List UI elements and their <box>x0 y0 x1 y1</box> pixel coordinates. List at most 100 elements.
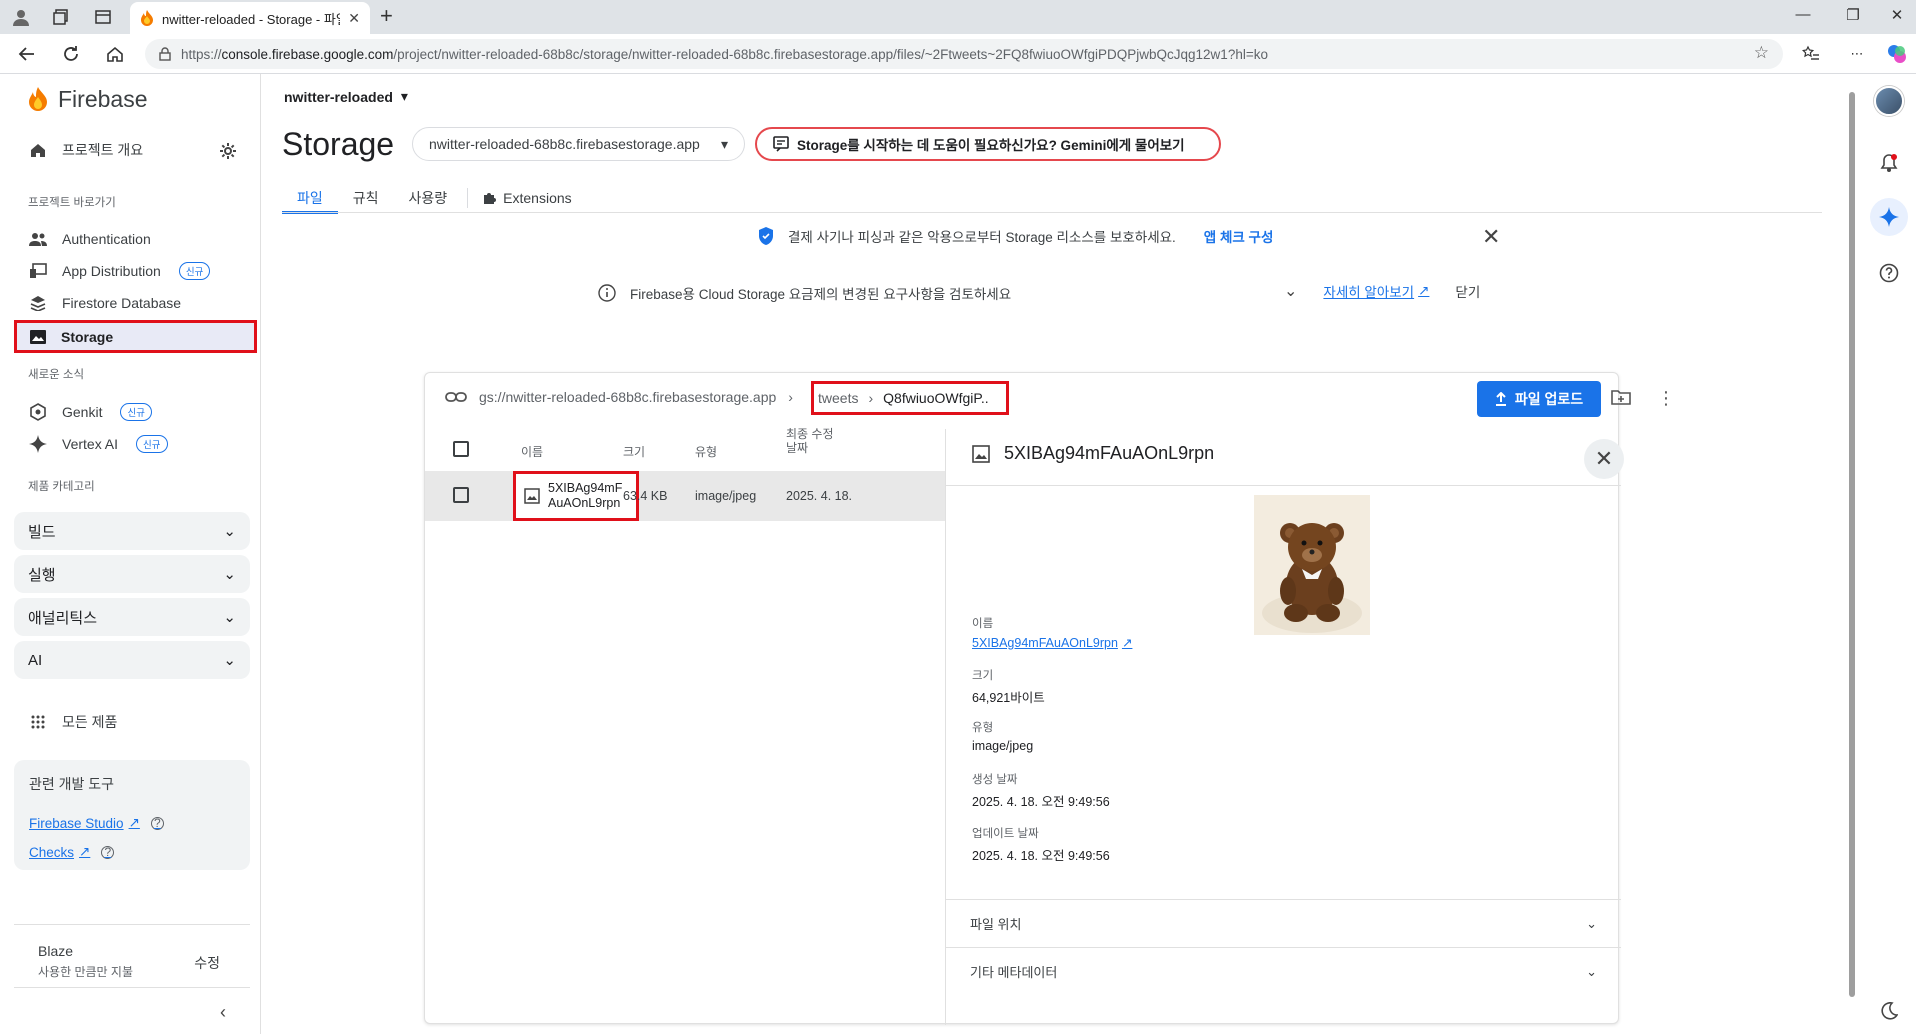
workspaces-icon[interactable] <box>50 6 72 28</box>
puzzle-icon <box>483 191 497 205</box>
category-ai[interactable]: AI ⌄ <box>14 641 250 679</box>
help-icon[interactable]: ? <box>101 845 115 859</box>
detail-size-field: 크기 64,921바이트 <box>972 667 1045 706</box>
collapse-sidebar-icon[interactable]: ‹ <box>220 1002 226 1023</box>
detail-header: 5XIBAg94mFAuAOnL9rpn <box>972 443 1214 464</box>
firebase-studio-link[interactable]: Firebase Studio ↗ ? <box>29 815 164 831</box>
project-selector[interactable]: nwitter-reloaded ▾ <box>284 88 408 105</box>
tab-extensions[interactable]: Extensions <box>473 182 586 214</box>
learn-more-link[interactable]: 자세히 알아보기 ↗ <box>1323 281 1429 301</box>
copilot-icon[interactable] <box>1886 43 1908 65</box>
favorites-list-icon[interactable] <box>1800 43 1822 65</box>
file-location-accordion[interactable]: 파일 위치 ⌄ <box>946 899 1621 947</box>
gemini-sparkle-icon[interactable] <box>1870 198 1908 236</box>
plan-edit-button[interactable]: 수정 <box>194 953 220 973</box>
page-scrollbar[interactable] <box>1848 86 1856 1006</box>
file-name-link[interactable]: 5XIBAg94mFAuAOnL9rpn ↗ <box>972 635 1132 651</box>
new-folder-icon[interactable] <box>1611 389 1631 405</box>
shield-icon <box>758 227 774 245</box>
help-icon[interactable] <box>1874 258 1904 288</box>
row-checkbox[interactable] <box>453 487 469 503</box>
new-badge: 신규 <box>136 435 168 453</box>
account-avatar[interactable] <box>1874 86 1904 116</box>
firebase-logo[interactable]: Firebase <box>28 86 147 113</box>
profile-icon[interactable] <box>10 6 32 28</box>
tab-actions-icon[interactable] <box>92 6 114 28</box>
external-link-icon: ↗ <box>1418 283 1430 298</box>
image-preview[interactable] <box>1254 495 1370 635</box>
checks-link[interactable]: Checks ↗ ? <box>29 844 115 860</box>
home-icon[interactable] <box>104 43 126 65</box>
categories-section-title: 제품 카테고리 <box>28 481 95 493</box>
select-all-checkbox[interactable] <box>453 441 469 457</box>
configure-app-check-link[interactable]: 앱 체크 구성 <box>1204 226 1274 246</box>
upload-file-button[interactable]: 파일 업로드 <box>1477 381 1601 417</box>
back-icon[interactable] <box>16 43 38 65</box>
image-file-icon <box>524 488 540 504</box>
sidebar-item-app-distribution[interactable]: App Distribution 신규 <box>28 261 211 281</box>
restore-icon[interactable]: ❐ <box>1838 6 1868 24</box>
project-overview[interactable]: 프로젝트 개요 <box>28 140 240 160</box>
tab-files[interactable]: 파일 <box>282 182 338 214</box>
col-name[interactable]: 이름 <box>521 443 543 460</box>
bucket-selector[interactable]: nwitter-reloaded-68b8c.firebasestorage.a… <box>412 127 745 161</box>
field-label: 업데이트 날짜 <box>972 828 1039 840</box>
sidebar-item-label: Firestore Database <box>62 295 182 311</box>
ask-gemini-button[interactable]: Storage를 시작하는 데 도움이 필요하신가요? Gemini에게 물어보… <box>755 127 1221 161</box>
breadcrumb: tweets › Q8fwiuoOWfgiP.. <box>811 381 1009 415</box>
overview-label: 프로젝트 개요 <box>62 142 144 158</box>
bucket-path-text[interactable]: gs://nwitter-reloaded-68b8c.firebasestor… <box>479 389 776 405</box>
link-icon[interactable] <box>445 391 467 403</box>
sidebar-item-storage[interactable]: Storage <box>14 320 257 353</box>
all-products[interactable]: 모든 제품 <box>28 712 117 732</box>
gemini-label: Storage를 시작하는 데 도움이 필요하신가요? Gemini에게 물어보… <box>797 138 1185 153</box>
table-row[interactable]: 5XIBAg94mFAuAOnL9rpn 63.4 KB image/jpeg … <box>425 471 945 521</box>
field-value: 2025. 4. 18. 오전 9:49:56 <box>972 849 1110 863</box>
detail-divider <box>946 485 1621 486</box>
window-close-icon[interactable]: ✕ <box>1882 6 1912 24</box>
dark-mode-moon-icon[interactable] <box>1874 996 1904 1026</box>
col-size[interactable]: 크기 <box>623 443 645 460</box>
bucket-name: nwitter-reloaded-68b8c.firebasestorage.a… <box>429 136 700 152</box>
external-link-icon: ↗ <box>128 815 140 830</box>
expand-chevron-icon[interactable]: ⌄ <box>1284 281 1297 301</box>
notifications-bell-icon[interactable] <box>1874 148 1904 178</box>
breadcrumb-current-folder[interactable]: Q8fwiuoOWfgiP.. <box>883 390 989 406</box>
lock-icon[interactable] <box>159 47 171 61</box>
tab-usage[interactable]: 사용량 <box>394 182 463 214</box>
more-options-icon[interactable]: ⋮ <box>1657 389 1675 407</box>
category-build[interactable]: 빌드 ⌄ <box>14 512 250 550</box>
new-badge: 신규 <box>120 403 152 421</box>
col-type[interactable]: 유형 <box>695 443 717 460</box>
chevron-down-icon: ⌄ <box>223 609 236 626</box>
sidebar-item-vertex-ai[interactable]: Vertex AI 신규 <box>28 434 168 454</box>
category-analytics[interactable]: 애널리틱스 ⌄ <box>14 598 250 636</box>
chevron-down-icon: ⌄ <box>1586 915 1597 931</box>
sidebar-item-firestore[interactable]: Firestore Database <box>28 293 181 313</box>
tab-close-icon[interactable]: ✕ <box>348 10 360 27</box>
scrollbar-thumb[interactable] <box>1849 92 1855 997</box>
col-modified[interactable]: 최종 수정 날짜 <box>786 427 842 455</box>
settings-gear-icon[interactable] <box>219 142 237 160</box>
favorite-star-icon[interactable]: ☆ <box>1754 43 1769 63</box>
banner-close-icon[interactable]: ✕ <box>1482 224 1500 250</box>
breadcrumb-tweets[interactable]: tweets <box>818 390 858 406</box>
link-label: Checks <box>29 844 75 860</box>
chevron-down-icon: ⌄ <box>223 566 236 583</box>
tab-rules[interactable]: 규칙 <box>338 182 394 214</box>
sidebar-item-genkit[interactable]: Genkit 신규 <box>28 402 152 422</box>
category-release[interactable]: 실행 ⌄ <box>14 555 250 593</box>
reload-icon[interactable] <box>60 43 82 65</box>
help-icon[interactable]: ? <box>150 816 164 830</box>
devtools-title: 관련 개발 도구 <box>29 776 115 792</box>
more-menu-icon[interactable]: ⋯ <box>1846 43 1868 65</box>
file-name-cell[interactable]: 5XIBAg94mFAuAOnL9rpn <box>513 471 639 521</box>
address-bar[interactable]: https://console.firebase.google.com/proj… <box>145 39 1783 69</box>
browser-tab-active[interactable]: nwitter-reloaded - Storage - 파일 ✕ <box>130 2 370 34</box>
other-metadata-accordion[interactable]: 기타 메타데이터 ⌄ <box>946 947 1621 995</box>
new-tab-icon[interactable]: + <box>380 5 393 27</box>
detail-close-icon[interactable]: ✕ <box>1584 439 1624 479</box>
sidebar-item-authentication[interactable]: Authentication <box>28 229 151 249</box>
dismiss-button[interactable]: 닫기 <box>1455 281 1480 301</box>
minimize-icon[interactable]: — <box>1788 6 1818 23</box>
